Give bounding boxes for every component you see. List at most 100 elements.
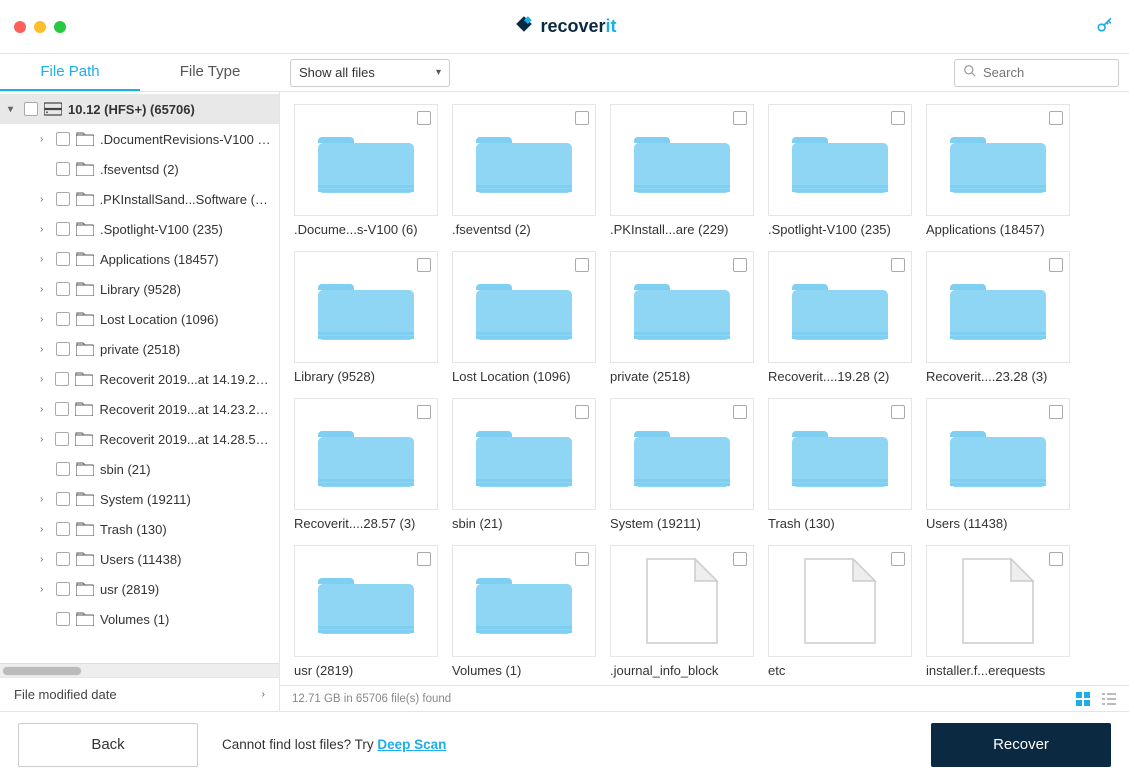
- tree-item[interactable]: ›Recoverit 2019...at 14.23.28 (3): [0, 394, 279, 424]
- file-item[interactable]: .journal_info_block: [610, 545, 754, 678]
- tree-item[interactable]: ›Recoverit 2019...at 14.28.57 (3): [0, 424, 279, 454]
- checkbox[interactable]: [575, 552, 589, 566]
- filter-dropdown[interactable]: Show all files ▾: [290, 59, 450, 87]
- tree-item[interactable]: ›.DocumentRevisions-V100 (6): [0, 124, 279, 154]
- tree-item[interactable]: ›private (2518): [0, 334, 279, 364]
- grid-view-icon[interactable]: [1075, 691, 1091, 707]
- checkbox[interactable]: [733, 552, 747, 566]
- tab-file-type[interactable]: File Type: [140, 54, 280, 91]
- item-thumbnail[interactable]: [926, 398, 1070, 510]
- search-input[interactable]: [983, 65, 1129, 80]
- item-thumbnail[interactable]: [452, 398, 596, 510]
- checkbox[interactable]: [55, 432, 69, 446]
- folder-item[interactable]: Recoverit....28.57 (3): [294, 398, 438, 531]
- item-thumbnail[interactable]: [768, 251, 912, 363]
- list-view-icon[interactable]: [1101, 691, 1117, 707]
- file-item[interactable]: installer.f...erequests: [926, 545, 1070, 678]
- deep-scan-link[interactable]: Deep Scan: [377, 737, 446, 752]
- folder-item[interactable]: Volumes (1): [452, 545, 596, 678]
- folder-item[interactable]: System (19211): [610, 398, 754, 531]
- back-button[interactable]: Back: [18, 723, 198, 767]
- checkbox[interactable]: [56, 492, 70, 506]
- search-box[interactable]: [954, 59, 1119, 87]
- checkbox[interactable]: [56, 252, 70, 266]
- file-modified-date-toggle[interactable]: File modified date ›: [0, 677, 279, 711]
- checkbox[interactable]: [56, 582, 70, 596]
- sidebar-scrollbar[interactable]: [0, 663, 279, 677]
- folder-item[interactable]: Applications (18457): [926, 104, 1070, 237]
- checkbox[interactable]: [575, 111, 589, 125]
- folder-item[interactable]: Trash (130): [768, 398, 912, 531]
- item-thumbnail[interactable]: [452, 104, 596, 216]
- checkbox[interactable]: [1049, 111, 1063, 125]
- item-thumbnail[interactable]: [452, 545, 596, 657]
- item-thumbnail[interactable]: [926, 104, 1070, 216]
- minimize-window-button[interactable]: [34, 21, 46, 33]
- folder-item[interactable]: usr (2819): [294, 545, 438, 678]
- checkbox[interactable]: [575, 258, 589, 272]
- checkbox[interactable]: [56, 552, 70, 566]
- item-thumbnail[interactable]: [294, 545, 438, 657]
- tree-item[interactable]: ›usr (2819): [0, 574, 279, 604]
- checkbox[interactable]: [56, 222, 70, 236]
- item-thumbnail[interactable]: [926, 251, 1070, 363]
- tree-item[interactable]: ›System (19211): [0, 484, 279, 514]
- checkbox[interactable]: [55, 402, 69, 416]
- checkbox[interactable]: [891, 111, 905, 125]
- item-thumbnail[interactable]: [610, 545, 754, 657]
- checkbox[interactable]: [24, 102, 38, 116]
- tree-item[interactable]: ›.Spotlight-V100 (235): [0, 214, 279, 244]
- folder-item[interactable]: Lost Location (1096): [452, 251, 596, 384]
- checkbox[interactable]: [417, 405, 431, 419]
- checkbox[interactable]: [417, 552, 431, 566]
- folder-item[interactable]: Library (9528): [294, 251, 438, 384]
- checkbox[interactable]: [56, 522, 70, 536]
- checkbox[interactable]: [56, 462, 70, 476]
- folder-item[interactable]: .fseventsd (2): [452, 104, 596, 237]
- folder-item[interactable]: .Spotlight-V100 (235): [768, 104, 912, 237]
- item-thumbnail[interactable]: [610, 104, 754, 216]
- checkbox[interactable]: [733, 405, 747, 419]
- checkbox[interactable]: [56, 132, 70, 146]
- checkbox[interactable]: [891, 405, 905, 419]
- checkbox[interactable]: [56, 312, 70, 326]
- item-thumbnail[interactable]: [452, 251, 596, 363]
- folder-item[interactable]: Users (11438): [926, 398, 1070, 531]
- item-thumbnail[interactable]: [294, 251, 438, 363]
- folder-item[interactable]: sbin (21): [452, 398, 596, 531]
- checkbox[interactable]: [575, 405, 589, 419]
- checkbox[interactable]: [417, 111, 431, 125]
- checkbox[interactable]: [55, 372, 69, 386]
- item-thumbnail[interactable]: [926, 545, 1070, 657]
- item-thumbnail[interactable]: [294, 398, 438, 510]
- close-window-button[interactable]: [14, 21, 26, 33]
- folder-item[interactable]: Recoverit....19.28 (2): [768, 251, 912, 384]
- checkbox[interactable]: [1049, 258, 1063, 272]
- item-thumbnail[interactable]: [294, 104, 438, 216]
- tab-file-path[interactable]: File Path: [0, 54, 140, 91]
- checkbox[interactable]: [1049, 552, 1063, 566]
- checkbox[interactable]: [1049, 405, 1063, 419]
- tree-root[interactable]: ▾10.12 (HFS+) (65706): [0, 94, 279, 124]
- license-key-icon[interactable]: [1095, 15, 1115, 38]
- item-thumbnail[interactable]: [610, 251, 754, 363]
- checkbox[interactable]: [417, 258, 431, 272]
- checkbox[interactable]: [891, 552, 905, 566]
- tree-item[interactable]: Volumes (1): [0, 604, 279, 634]
- folder-item[interactable]: .Docume...s-V100 (6): [294, 104, 438, 237]
- item-thumbnail[interactable]: [610, 398, 754, 510]
- tree-item[interactable]: ›Library (9528): [0, 274, 279, 304]
- file-item[interactable]: etc: [768, 545, 912, 678]
- recover-button[interactable]: Recover: [931, 723, 1111, 767]
- tree-item[interactable]: ›Applications (18457): [0, 244, 279, 274]
- tree-item[interactable]: ›.PKInstallSand...Software (229): [0, 184, 279, 214]
- checkbox[interactable]: [733, 111, 747, 125]
- tree-item[interactable]: sbin (21): [0, 454, 279, 484]
- item-thumbnail[interactable]: [768, 545, 912, 657]
- maximize-window-button[interactable]: [54, 21, 66, 33]
- item-thumbnail[interactable]: [768, 398, 912, 510]
- checkbox[interactable]: [56, 612, 70, 626]
- tree-item[interactable]: ›Users (11438): [0, 544, 279, 574]
- checkbox[interactable]: [56, 162, 70, 176]
- checkbox[interactable]: [891, 258, 905, 272]
